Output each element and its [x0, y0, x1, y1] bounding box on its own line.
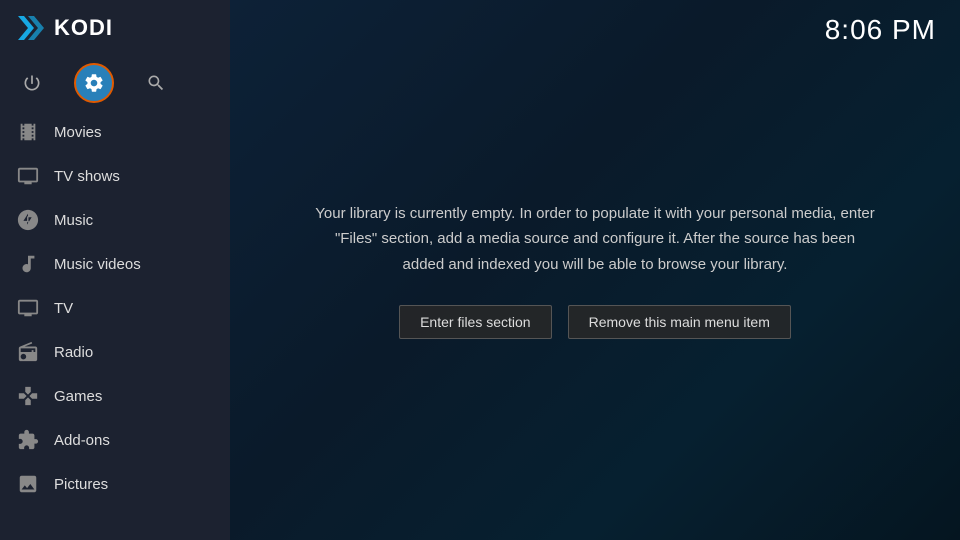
addons-label: Add-ons — [54, 432, 110, 449]
power-icon — [22, 73, 42, 93]
games-label: Games — [54, 388, 102, 405]
pictures-label: Pictures — [54, 476, 108, 493]
movies-icon — [16, 120, 40, 144]
main-content: 8:06 PM Your library is currently empty.… — [230, 0, 960, 540]
radio-icon — [16, 340, 40, 364]
settings-icon — [83, 72, 105, 94]
pictures-icon — [16, 472, 40, 496]
sidebar-item-tvshows[interactable]: TV shows — [0, 154, 230, 198]
radio-label: Radio — [54, 344, 93, 361]
kodi-logo-icon — [14, 12, 46, 44]
remove-menu-item-button[interactable]: Remove this main menu item — [568, 305, 791, 339]
sidebar-item-games[interactable]: Games — [0, 374, 230, 418]
search-button[interactable] — [134, 61, 178, 105]
sidebar-item-pictures[interactable]: Pictures — [0, 462, 230, 506]
power-button[interactable] — [10, 61, 54, 105]
sidebar: KODI Movi — [0, 0, 230, 540]
sidebar-item-musicvideos[interactable]: Music videos — [0, 242, 230, 286]
content-area: Your library is currently empty. In orde… — [255, 161, 935, 380]
action-buttons: Enter files section Remove this main men… — [399, 305, 791, 339]
addons-icon — [16, 428, 40, 452]
movies-label: Movies — [54, 124, 102, 141]
musicvideos-label: Music videos — [54, 256, 141, 273]
settings-button[interactable] — [72, 61, 116, 105]
music-icon — [16, 208, 40, 232]
games-icon — [16, 384, 40, 408]
tvshows-icon — [16, 164, 40, 188]
search-icon — [146, 73, 166, 93]
nav-list: Movies TV shows Music Music videos TV — [0, 110, 230, 540]
sidebar-logo-row: KODI — [0, 0, 230, 55]
music-label: Music — [54, 212, 93, 229]
time-display: 8:06 PM — [825, 14, 936, 46]
tv-label: TV — [54, 300, 73, 317]
sidebar-item-tv[interactable]: TV — [0, 286, 230, 330]
tvshows-label: TV shows — [54, 168, 120, 185]
tv-icon — [16, 296, 40, 320]
sidebar-item-addons[interactable]: Add-ons — [0, 418, 230, 462]
library-empty-message: Your library is currently empty. In orde… — [315, 201, 875, 278]
app-title: KODI — [54, 15, 113, 41]
enter-files-button[interactable]: Enter files section — [399, 305, 552, 339]
sidebar-item-music[interactable]: Music — [0, 198, 230, 242]
musicvideos-icon — [16, 252, 40, 276]
sidebar-item-movies[interactable]: Movies — [0, 110, 230, 154]
header-icon-bar — [0, 55, 230, 110]
sidebar-item-radio[interactable]: Radio — [0, 330, 230, 374]
settings-circle — [74, 63, 114, 103]
